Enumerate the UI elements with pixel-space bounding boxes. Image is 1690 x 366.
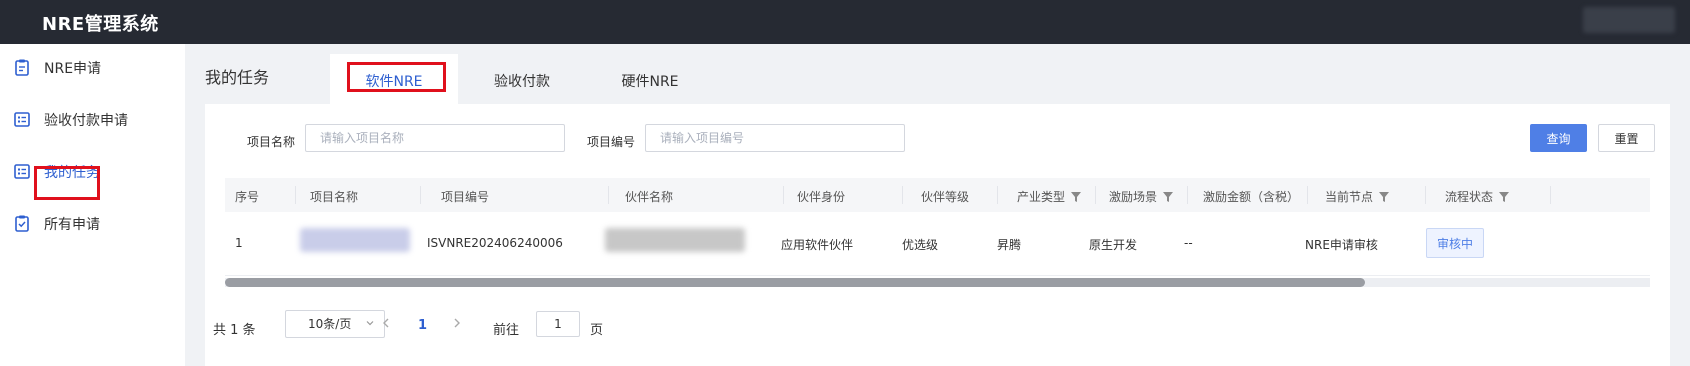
scrollbar-thumb[interactable] bbox=[225, 278, 1365, 287]
clipboard-check-icon bbox=[15, 215, 29, 232]
cell-project-name-redacted bbox=[300, 228, 410, 252]
column-divider bbox=[997, 186, 998, 204]
cell-industry-type: 昇腾 bbox=[997, 238, 1022, 252]
sidebar-item-label: 验收付款申请 bbox=[44, 113, 128, 129]
cell-partner-name-redacted bbox=[605, 228, 745, 252]
filter-icon[interactable] bbox=[1071, 192, 1082, 202]
cell-index: 1 bbox=[235, 236, 243, 250]
column-header-label: 激励场景 bbox=[1109, 190, 1158, 204]
column-divider bbox=[1425, 186, 1426, 204]
tab-label: 硬件NRE bbox=[621, 74, 679, 90]
column-header: 伙伴名称 bbox=[625, 190, 674, 204]
column-divider bbox=[1187, 186, 1188, 204]
sidebar-item-acceptance-payment[interactable]: 验收付款申请 bbox=[0, 100, 185, 140]
total-count: 共 1 条 bbox=[213, 323, 256, 338]
goto-label: 前往 bbox=[493, 323, 520, 338]
column-divider bbox=[295, 186, 296, 204]
cell-partner-identity: 应用软件伙伴 bbox=[781, 238, 854, 252]
table-row[interactable]: 1 ISVNRE202406240006 应用软件伙伴 优选级 昇腾 原生开发 … bbox=[225, 212, 1650, 276]
column-header: 伙伴身份 bbox=[797, 190, 846, 204]
tab-acceptance-payment[interactable]: 验收付款 bbox=[458, 54, 586, 104]
task-list-icon bbox=[14, 164, 30, 179]
column-header: 序号 bbox=[235, 190, 260, 204]
table-header: 序号 项目名称 项目编号 伙伴名称 伙伴身份 伙伴等级 产业类型 激励场景 激励… bbox=[225, 178, 1650, 212]
sidebar-item-nre-apply[interactable]: NRE申请 bbox=[0, 48, 185, 88]
checklist-icon bbox=[14, 112, 30, 127]
reset-button[interactable]: 重置 bbox=[1598, 124, 1655, 152]
status-badge[interactable]: 审核中 bbox=[1426, 228, 1484, 258]
tab-hardware-nre[interactable]: 硬件NRE bbox=[586, 54, 714, 104]
chevron-left-icon[interactable] bbox=[379, 316, 393, 330]
chevron-right-icon[interactable] bbox=[450, 316, 464, 330]
column-divider bbox=[1095, 186, 1096, 204]
column-header-process-status[interactable]: 流程状态 bbox=[1445, 188, 1510, 205]
filter-icon[interactable] bbox=[1379, 192, 1390, 202]
page-number-current[interactable]: 1 bbox=[418, 318, 427, 333]
column-divider bbox=[608, 186, 609, 204]
column-divider bbox=[902, 186, 903, 204]
column-divider bbox=[420, 186, 421, 204]
filter-icon[interactable] bbox=[1499, 192, 1510, 202]
goto-page-input[interactable]: 1 bbox=[536, 311, 580, 337]
sidebar: NRE申请 验收付款申请 我的任务 所有申请 bbox=[0, 44, 185, 366]
sidebar-item-label: 所有申请 bbox=[44, 217, 100, 233]
horizontal-scrollbar[interactable] bbox=[225, 278, 1650, 287]
page-suffix: 页 bbox=[590, 323, 604, 338]
column-header: 项目编号 bbox=[441, 190, 490, 204]
app-title: NRE管理系统 bbox=[42, 14, 159, 35]
cell-project-code: ISVNRE202406240006 bbox=[427, 236, 563, 250]
tab-label: 验收付款 bbox=[494, 74, 550, 90]
column-header: 项目名称 bbox=[310, 190, 359, 204]
clipboard-icon bbox=[15, 59, 29, 76]
highlight-box-sidebar bbox=[34, 166, 100, 200]
cell-incentive-amount: -- bbox=[1184, 236, 1193, 250]
page-size-value: 10条/页 bbox=[308, 317, 352, 331]
column-header-industry-type[interactable]: 产业类型 bbox=[1017, 188, 1082, 205]
column-divider bbox=[783, 186, 784, 204]
main-panel: 项目名称 请输入项目名称 项目编号 请输入项目编号 查询 重置 序号 项目名称 … bbox=[205, 104, 1670, 366]
sidebar-item-label: NRE申请 bbox=[44, 61, 102, 77]
column-header-label: 当前节点 bbox=[1325, 190, 1374, 204]
query-button[interactable]: 查询 bbox=[1530, 124, 1587, 152]
top-bar: NRE管理系统 bbox=[0, 0, 1690, 44]
column-header: 伙伴等级 bbox=[921, 190, 970, 204]
cell-current-node: NRE申请审核 bbox=[1305, 238, 1378, 252]
cell-incentive-scene: 原生开发 bbox=[1089, 238, 1138, 252]
column-divider bbox=[1307, 186, 1308, 204]
column-header-label: 流程状态 bbox=[1445, 190, 1494, 204]
column-header: 激励金额（含税） bbox=[1203, 190, 1300, 204]
page-title: 我的任务 bbox=[205, 68, 270, 87]
project-code-input[interactable]: 请输入项目编号 bbox=[645, 124, 905, 152]
project-code-label: 项目编号 bbox=[587, 135, 636, 149]
column-header-label: 产业类型 bbox=[1017, 190, 1066, 204]
filter-icon[interactable] bbox=[1163, 192, 1174, 202]
chevron-down-icon bbox=[366, 321, 374, 326]
highlight-box-tab bbox=[347, 62, 446, 92]
sidebar-item-all-applications[interactable]: 所有申请 bbox=[0, 204, 185, 244]
column-divider bbox=[1550, 186, 1551, 204]
page-size-select[interactable]: 10条/页 bbox=[285, 310, 385, 338]
cell-partner-level: 优选级 bbox=[902, 238, 939, 252]
column-header-current-node[interactable]: 当前节点 bbox=[1325, 188, 1390, 205]
user-avatar-area[interactable] bbox=[1583, 7, 1675, 33]
project-name-input[interactable]: 请输入项目名称 bbox=[305, 124, 565, 152]
column-header-incentive-scene[interactable]: 激励场景 bbox=[1109, 188, 1174, 205]
project-name-label: 项目名称 bbox=[247, 135, 296, 149]
